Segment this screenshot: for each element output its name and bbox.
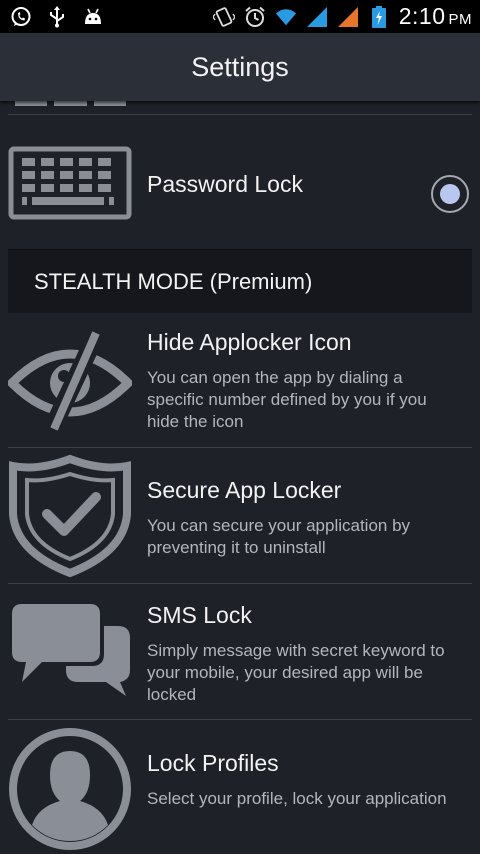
sms-lock-title: SMS Lock	[147, 602, 252, 628]
partial-list-item[interactable]	[0, 101, 480, 115]
sms-lock-row[interactable]: SMS Lock Simply message with secret keyw…	[0, 584, 480, 719]
clock: 2:10 PM	[398, 3, 472, 29]
hide-applocker-icon-title: Hide Applocker Icon	[147, 329, 352, 355]
wifi-icon	[275, 6, 297, 28]
battery-charging-icon	[368, 5, 390, 28]
settings-list[interactable]: Password Lock STEALTH MODE (Premium) Hid…	[0, 101, 480, 854]
secure-app-locker-title: Secure App Locker	[147, 477, 342, 503]
secure-app-locker-row[interactable]: Secure App Locker You can secure your ap…	[0, 448, 480, 583]
status-bar-left	[0, 5, 104, 28]
eye-slash-icon	[5, 329, 135, 438]
chat-bubbles-icon	[8, 598, 132, 703]
secure-app-locker-desc: You can secure your application by preve…	[147, 516, 411, 557]
usb-icon	[46, 5, 68, 28]
keyboard-icon	[8, 146, 132, 225]
sms-lock-desc: Simply message with secret keyword to yo…	[147, 641, 445, 704]
lock-profiles-desc: Select your profile, lock your applicati…	[147, 789, 447, 808]
lock-profiles-title: Lock Profiles	[147, 750, 279, 776]
lock-profiles-row[interactable]: Lock Profiles Select your profile, lock …	[0, 720, 480, 854]
password-lock-row[interactable]: Password Lock	[0, 115, 480, 249]
action-bar: Settings	[0, 33, 480, 101]
radio-selected-dot	[440, 184, 460, 204]
password-lock-label: Password Lock	[147, 171, 303, 197]
password-lock-radio[interactable]	[431, 175, 469, 213]
section-header-stealth-mode: STEALTH MODE (Premium)	[8, 249, 472, 313]
hide-applocker-icon-row[interactable]: Hide Applocker Icon You can open the app…	[0, 313, 480, 447]
status-bar: 2:10 PM	[0, 0, 480, 33]
status-bar-right: 2:10 PM	[212, 3, 480, 30]
signal-icon-2	[337, 6, 359, 28]
signal-icon	[306, 6, 328, 28]
alarm-icon	[244, 6, 266, 28]
android-icon	[82, 6, 104, 28]
page-title: Settings	[191, 51, 289, 82]
shield-check-icon	[8, 454, 132, 583]
user-profile-icon	[8, 727, 132, 854]
partial-icon-bar	[54, 101, 87, 106]
hide-applocker-icon-desc: You can open the app by dialing a specif…	[147, 368, 427, 431]
vibrate-icon	[212, 6, 235, 28]
whatsapp-icon	[10, 6, 32, 28]
partial-icon-bar	[94, 101, 126, 106]
partial-icon-bar	[15, 101, 47, 106]
